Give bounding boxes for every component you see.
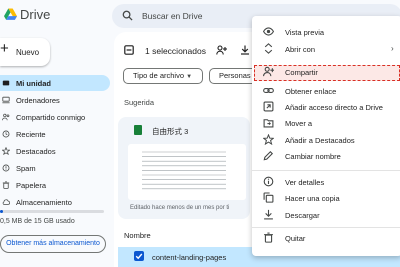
chevron-right-icon: › (391, 44, 394, 53)
eye-icon (263, 27, 274, 36)
sidebar-item-cloud[interactable]: Almacenamiento (0, 194, 110, 210)
menu-item-label: Mover a (285, 119, 313, 128)
person-add-icon (263, 66, 274, 77)
shared-icon (2, 113, 10, 121)
sidebar-item-trash[interactable]: Papelera (0, 177, 110, 193)
sidebar-item-label: Compartido conmigo (16, 113, 86, 122)
clear-selection-icon[interactable] (124, 45, 134, 55)
name-column-header[interactable]: Nombre (124, 231, 151, 240)
clock-icon (2, 130, 10, 138)
suggested-section-title: Sugerida (124, 98, 155, 107)
copy-icon (263, 192, 274, 203)
menu-item-label: Descargar (285, 211, 320, 220)
menu-item-label: Compartir (285, 68, 318, 77)
sidebar-item-label: Reciente (16, 130, 46, 139)
menu-item-label: Añadir acceso directo a Drive (285, 103, 383, 112)
storage-bar (0, 210, 104, 213)
sidebar-item-label: Almacenamiento (16, 198, 72, 207)
search-input[interactable]: Buscar en Drive (142, 11, 202, 21)
download-icon (264, 209, 273, 220)
checkbox-checked-icon[interactable] (134, 251, 144, 261)
star-icon (2, 147, 10, 155)
sidebar-item-star[interactable]: Destacados (0, 143, 110, 159)
computer-icon (2, 96, 10, 104)
spam-icon (2, 164, 10, 172)
edit-icon (263, 150, 274, 161)
row-file-name: content-landing-pages (152, 253, 227, 262)
selection-count: 1 seleccionados (145, 46, 206, 56)
menu-item-label: Cambiar nombre (285, 152, 341, 161)
open-with-icon (264, 43, 273, 54)
sidebar-item-label: Papelera (16, 181, 47, 190)
menu-item-label: Obtener enlace (285, 87, 337, 96)
cloud-icon (2, 199, 10, 205)
menu-divider (252, 227, 400, 228)
people-filter-label: Personas (219, 71, 251, 80)
shortcut-icon (263, 101, 274, 112)
my-drive-icon (2, 80, 10, 86)
sidebar-item-clock[interactable]: Reciente (0, 126, 110, 142)
share-icon[interactable] (216, 45, 227, 55)
sidebar-item-shared[interactable]: Compartido conmigo (0, 109, 110, 125)
trash-icon (264, 232, 273, 243)
get-more-storage-button[interactable]: Obtener más almacenamiento (0, 235, 106, 253)
info-icon (263, 176, 274, 187)
search-icon[interactable] (122, 10, 133, 21)
storage-usage-text: 0,5 MB de 15 GB usado (0, 218, 75, 225)
chevron-down-icon: ▼ (186, 74, 193, 80)
menu-item-label: Ver detalles (285, 178, 325, 187)
link-icon (263, 87, 274, 94)
sidebar-item-label: Ordenadores (16, 96, 60, 105)
menu-divider (252, 170, 400, 171)
drive-logo-icon (4, 8, 17, 20)
star-icon (263, 134, 274, 145)
sidebar-item-my-drive[interactable]: Mi unidad (0, 75, 110, 91)
sidebar-item-label: Mi unidad (16, 79, 51, 88)
file-type-filter[interactable]: Tipo de archivo ▼ (123, 68, 203, 84)
file-type-filter-label: Tipo de archivo (133, 71, 184, 80)
move-icon (263, 119, 274, 128)
card-title: 自由形式 3 (152, 127, 189, 136)
plus-icon: + (0, 40, 9, 57)
app-title: Drive (20, 7, 51, 22)
sidebar-item-computer[interactable]: Ordenadores (0, 92, 110, 108)
menu-item-label: Abrir con (285, 45, 316, 54)
trash-icon (2, 181, 10, 189)
new-button-label: Nuevo (16, 48, 40, 57)
download-icon[interactable] (240, 45, 250, 55)
menu-item-label: Añadir a Destacados (285, 136, 355, 145)
file-thumbnail (128, 144, 246, 200)
menu-item-label: Vista previa (285, 28, 325, 37)
menu-item-label: Hacer una copia (285, 194, 340, 203)
card-subtitle: Editado hace menos de un mes por ti (130, 205, 230, 211)
spreadsheet-icon (134, 125, 142, 135)
share-highlight-box (254, 65, 400, 81)
sidebar-item-spam[interactable]: Spam (0, 160, 110, 176)
sidebar-item-label: Destacados (16, 147, 56, 156)
menu-item-label: Quitar (285, 234, 306, 243)
sidebar-item-label: Spam (16, 164, 36, 173)
